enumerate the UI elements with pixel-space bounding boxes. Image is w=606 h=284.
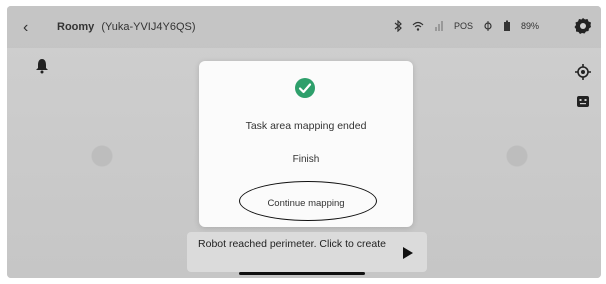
satellite-icon xyxy=(484,21,492,31)
status-bar: POS 89% xyxy=(394,20,539,32)
highlight-ellipse xyxy=(239,181,377,221)
bluetooth-icon xyxy=(394,20,402,32)
toast-message: Robot reached perimeter. Click to create xyxy=(198,238,386,250)
crosshair-icon[interactable] xyxy=(575,64,591,80)
signal-icon xyxy=(434,21,443,31)
perimeter-toast[interactable]: Robot reached perimeter. Click to create xyxy=(187,232,427,272)
play-icon[interactable] xyxy=(402,246,414,260)
robot-icon[interactable] xyxy=(576,94,590,108)
battery-icon xyxy=(503,20,510,31)
wifi-icon xyxy=(412,21,424,31)
chevron-left-icon[interactable]: ‹ xyxy=(23,20,39,36)
robot-name: Roomy xyxy=(57,21,95,33)
robot-id: (Yuka-YVIJ4Y6QS) xyxy=(101,21,196,33)
finish-button[interactable]: Finish xyxy=(199,154,413,165)
rtk-label: POS xyxy=(453,21,473,31)
check-circle-icon xyxy=(295,78,315,98)
home-indicator xyxy=(239,272,365,275)
battery-percent: 89% xyxy=(520,21,539,31)
dialog-title: Task area mapping ended xyxy=(245,120,367,132)
bell-icon[interactable] xyxy=(35,58,49,74)
gear-icon[interactable] xyxy=(573,16,593,36)
robot-title: Roomy (Yuka-YVIJ4Y6QS) xyxy=(57,21,196,33)
top-bar: ‹ Roomy (Yuka-YVIJ4Y6QS) POS 89% xyxy=(7,6,601,48)
